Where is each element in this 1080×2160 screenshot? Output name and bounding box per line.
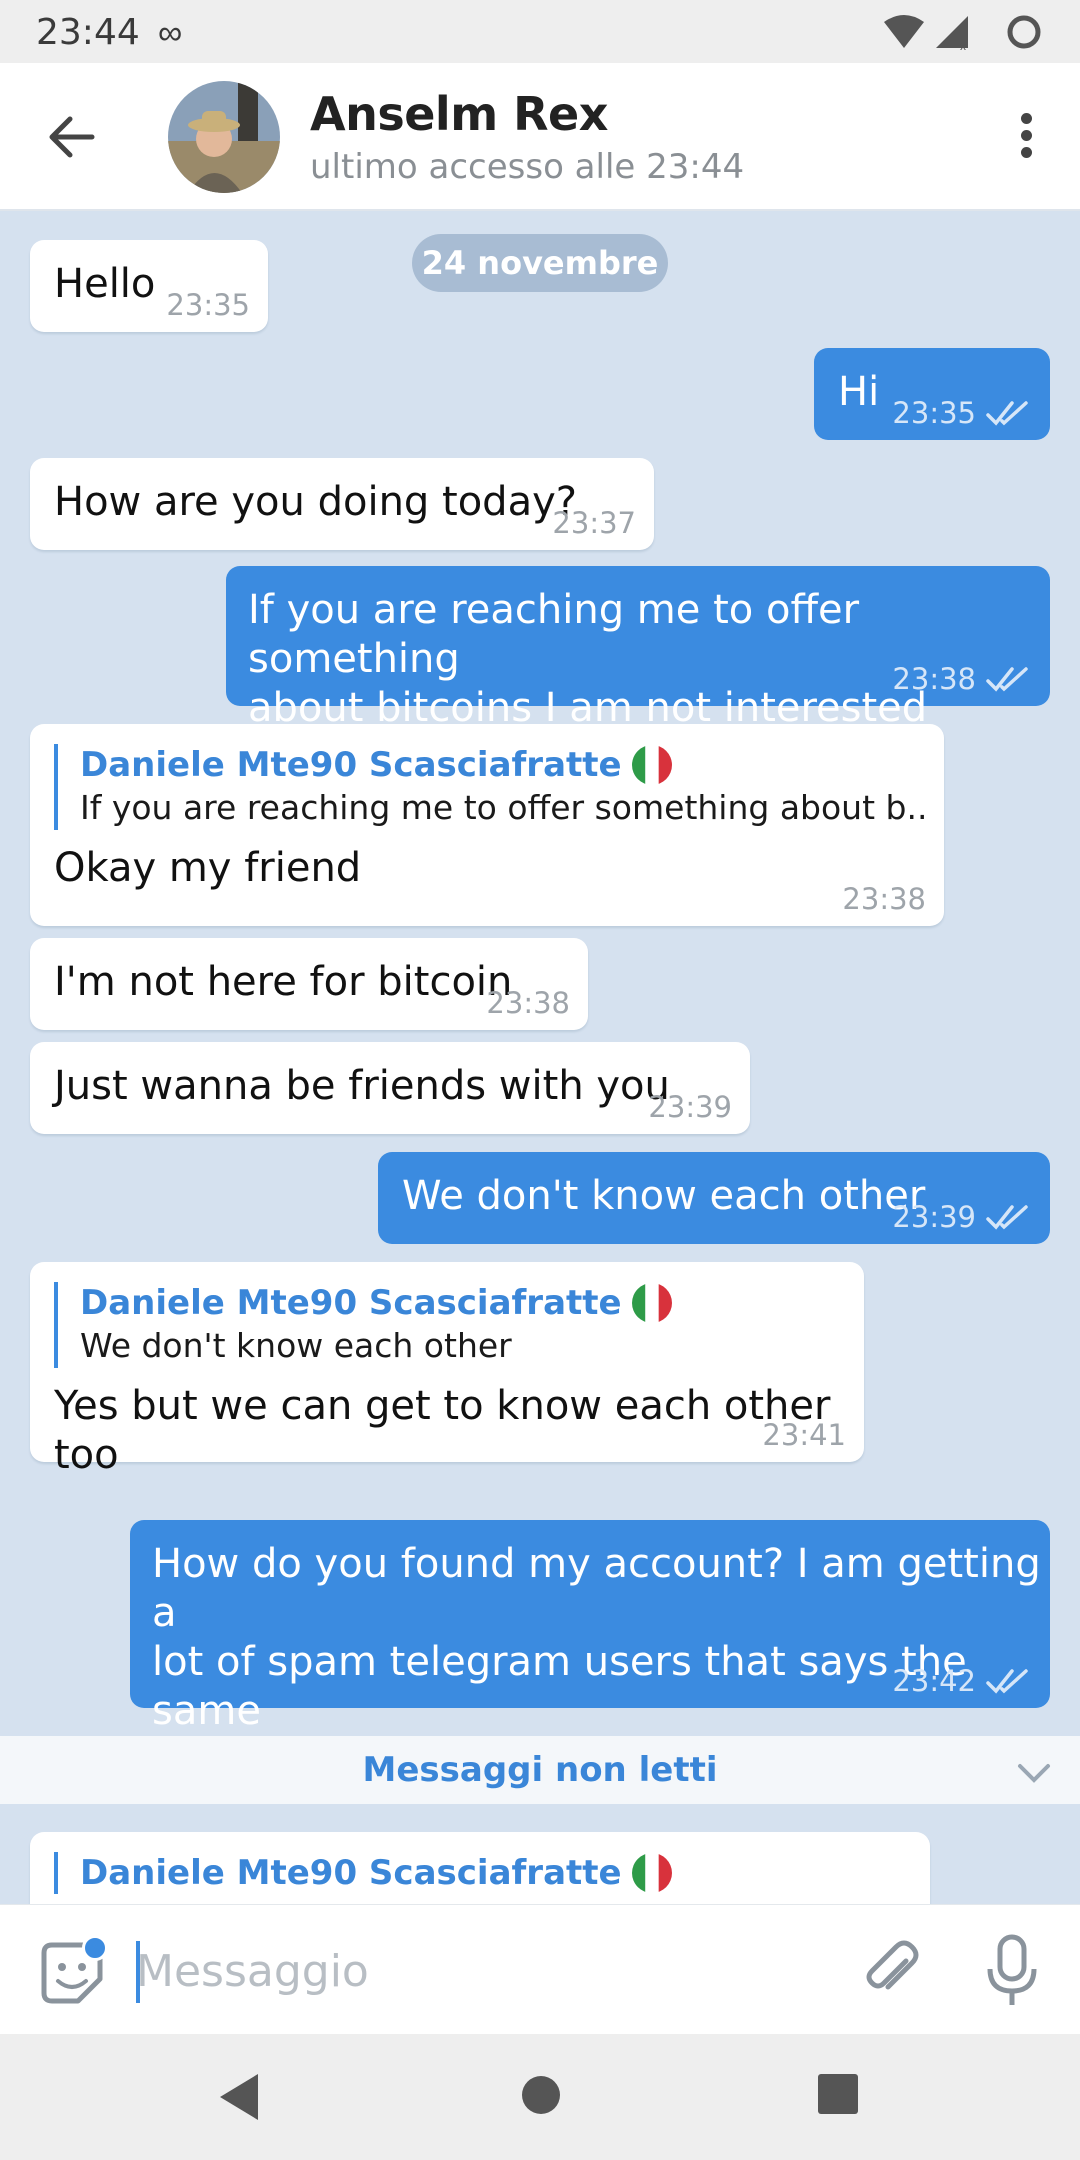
paperclip-icon[interactable] <box>860 1939 926 2005</box>
notification-dot <box>82 1935 108 1961</box>
message-text: Hello <box>54 261 156 307</box>
double-check-icon <box>986 1669 1028 1694</box>
message-text: I'm not here for bitcoin <box>54 959 513 1005</box>
date-separator: 24 novembre <box>412 234 668 292</box>
chat-header: Anselm Rex ultimo accesso alle 23:44 <box>0 63 1080 211</box>
double-check-icon <box>986 1205 1028 1230</box>
outgoing-message[interactable]: Hi 23:35 <box>814 348 1050 440</box>
system-nav-bar <box>0 2034 1080 2160</box>
message-time: 23:41 <box>762 1418 846 1452</box>
italy-flag-icon <box>631 1853 672 1893</box>
message-time: 23:37 <box>552 506 636 540</box>
italy-flag-icon <box>631 745 672 785</box>
incoming-message[interactable]: Hello 23:35 <box>30 240 268 332</box>
status-time: 23:44 <box>36 12 140 53</box>
reply-snippet: If you are reaching me to offer somethin… <box>80 788 924 827</box>
incoming-message[interactable]: I'm not here for bitcoin 23:38 <box>30 938 588 1030</box>
outgoing-message[interactable]: We don't know each other 23:39 <box>378 1152 1050 1244</box>
infinity-icon: ∞ <box>158 14 183 52</box>
incoming-reply-message[interactable]: Daniele Mte90 Scasciafratte If you are r… <box>30 724 944 926</box>
message-text: Just wanna be friends with you <box>54 1063 670 1109</box>
message-text: Yes but we can get to know each other to… <box>54 1383 844 1478</box>
message-time: 23:35 <box>892 396 1032 430</box>
back-arrow-icon[interactable] <box>42 107 102 167</box>
message-text: We don't know each other <box>402 1173 926 1219</box>
wifi-icon <box>884 15 924 48</box>
quoted-reply[interactable]: Daniele Mte90 Scasciafratte We don't kno… <box>54 1282 854 1368</box>
nav-recents-icon[interactable] <box>818 2074 858 2114</box>
last-seen-status: ultimo accesso alle 23:44 <box>310 147 745 187</box>
italy-flag-icon <box>631 1283 672 1323</box>
double-check-icon <box>986 401 1028 426</box>
message-time: 23:38 <box>486 986 570 1020</box>
nav-home-icon[interactable] <box>522 2076 560 2114</box>
message-time: 23:38 <box>842 882 926 916</box>
incoming-message[interactable]: How are you doing today? 23:37 <box>30 458 654 550</box>
unread-label: Messaggi non letti <box>362 1750 718 1790</box>
reply-author: Daniele Mte90 Scasciafratte <box>80 1283 622 1323</box>
message-time: 23:39 <box>892 1200 1032 1234</box>
outgoing-message[interactable]: How do you found my account? I am gettin… <box>130 1520 1050 1783</box>
status-icons: x <box>884 15 1041 52</box>
reply-author: Daniele Mte90 Scasciafratte <box>80 1853 622 1893</box>
avatar[interactable] <box>168 81 280 193</box>
nav-back-icon[interactable] <box>214 2070 262 2124</box>
incoming-message[interactable]: Just wanna be friends with you 23:39 <box>30 1042 750 1134</box>
message-time: 23:42 <box>892 1664 1032 1698</box>
reply-author: Daniele Mte90 Scasciafratte <box>80 745 622 785</box>
microphone-icon[interactable] <box>982 1933 1042 2009</box>
message-text: If you are reaching me to offer somethin… <box>248 587 928 731</box>
message-input[interactable] <box>136 1931 836 2011</box>
message-time: 23:39 <box>648 1090 732 1124</box>
contact-name[interactable]: Anselm Rex <box>310 87 608 141</box>
incoming-reply-message[interactable]: Daniele Mte90 Scasciafratte We don't kno… <box>30 1262 864 1478</box>
message-composer <box>0 1904 1080 2034</box>
quoted-reply[interactable]: Daniele Mte90 Scasciafratte If you are r… <box>54 744 924 830</box>
more-options-icon[interactable] <box>1006 107 1046 171</box>
unread-messages-divider: Messaggi non letti <box>0 1736 1080 1804</box>
outgoing-message[interactable]: If you are reaching me to offer somethin… <box>226 566 1050 731</box>
double-check-icon <box>986 667 1028 692</box>
battery-icon <box>1007 15 1041 49</box>
signal-icon: x <box>936 16 968 52</box>
message-text: How are you doing today? <box>54 479 577 525</box>
message-list[interactable]: 24 novembre Hello 23:35 Hi 23:35 How are… <box>0 212 1080 1904</box>
incoming-reply-message[interactable]: Daniele Mte90 Scasciafratte <box>30 1832 930 1904</box>
chevron-down-icon[interactable] <box>1016 1758 1052 1786</box>
svg-text:x: x <box>960 39 966 52</box>
message-text: Okay my friend <box>54 845 362 891</box>
status-bar: 23:44 ∞ x <box>0 0 1080 63</box>
message-time: 23:35 <box>166 288 250 322</box>
quoted-reply[interactable]: Daniele Mte90 Scasciafratte <box>54 1852 914 1894</box>
message-time: 23:38 <box>892 662 1032 696</box>
reply-snippet: We don't know each other <box>80 1326 512 1365</box>
message-text: Hi <box>838 369 880 415</box>
